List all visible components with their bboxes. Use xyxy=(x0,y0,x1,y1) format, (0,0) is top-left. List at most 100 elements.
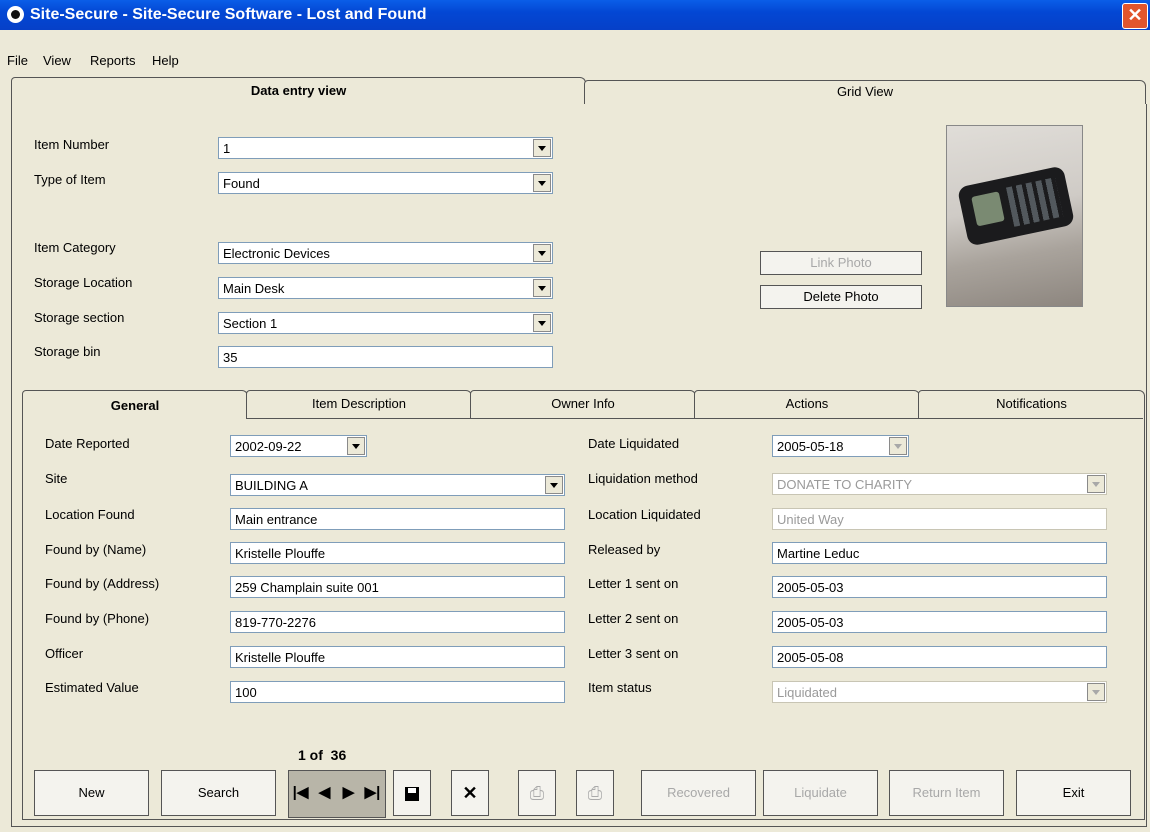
letter-1-label: Letter 1 sent on xyxy=(588,576,679,591)
last-record-icon[interactable]: ▶| xyxy=(361,771,384,815)
chevron-down-icon xyxy=(889,437,907,455)
item-number-label: Item Number xyxy=(34,137,110,152)
window-title: Site-Secure - Site-Secure Software - Los… xyxy=(30,6,427,23)
new-button[interactable]: New xyxy=(34,770,149,816)
item-number-select[interactable]: 1 xyxy=(218,137,553,159)
released-by-input[interactable]: Martine Leduc xyxy=(772,542,1107,564)
found-by-name-label: Found by (Name) xyxy=(45,542,147,557)
exit-button[interactable]: Exit xyxy=(1016,770,1131,816)
date-liquidated-picker[interactable]: 2005-05-18 xyxy=(772,435,909,457)
chevron-down-icon[interactable] xyxy=(533,314,551,332)
chevron-down-icon[interactable] xyxy=(545,476,563,494)
letter-2-label: Letter 2 sent on xyxy=(588,611,679,626)
site-select[interactable]: BUILDING A xyxy=(230,474,565,496)
printer-icon: ⎙ xyxy=(587,783,603,803)
recovered-button[interactable]: Recovered xyxy=(641,770,756,816)
location-liquidated-input[interactable]: United Way xyxy=(772,508,1107,530)
officer-input[interactable]: Kristelle Plouffe xyxy=(230,646,565,668)
item-number-value: 1 xyxy=(223,141,231,156)
item-category-label: Item Category xyxy=(34,240,116,255)
tab-notifications[interactable]: Notifications xyxy=(918,390,1145,420)
date-liquidated-value: 2005-05-18 xyxy=(777,439,844,454)
letter-2-input[interactable]: 2005-05-03 xyxy=(772,611,1107,633)
tab-grid-view[interactable]: Grid View xyxy=(584,80,1146,106)
liquidation-method-value: DONATE TO CHARITY xyxy=(777,477,913,492)
letter-3-input[interactable]: 2005-05-08 xyxy=(772,646,1107,668)
return-item-button[interactable]: Return Item xyxy=(889,770,1004,816)
delete-button[interactable]: ✕ xyxy=(451,770,489,816)
item-category-select[interactable]: Electronic Devices xyxy=(218,242,553,264)
next-record-icon[interactable]: ▶ xyxy=(337,771,360,815)
link-photo-button[interactable]: Link Photo xyxy=(760,251,922,275)
tab-owner-info[interactable]: Owner Info xyxy=(470,390,696,420)
storage-section-select[interactable]: Section 1 xyxy=(218,312,553,334)
released-by-label: Released by xyxy=(588,542,661,557)
menu-reports[interactable]: Reports xyxy=(90,53,136,68)
officer-label: Officer xyxy=(45,646,84,661)
tab-item-description[interactable]: Item Description xyxy=(246,390,472,420)
tab-general[interactable]: General xyxy=(22,390,248,422)
found-by-phone-label: Found by (Phone) xyxy=(45,611,150,626)
chevron-down-icon xyxy=(1087,475,1105,493)
letter-1-input[interactable]: 2005-05-03 xyxy=(772,576,1107,598)
first-record-icon[interactable]: |◀ xyxy=(289,771,312,815)
save-button[interactable] xyxy=(393,770,431,816)
found-by-name-input[interactable]: Kristelle Plouffe xyxy=(230,542,565,564)
type-of-item-value: Found xyxy=(223,176,260,191)
storage-section-value: Section 1 xyxy=(223,316,278,331)
chevron-down-icon[interactable] xyxy=(533,279,551,297)
item-photo xyxy=(946,125,1083,307)
previous-record-icon[interactable]: ◀ xyxy=(313,771,336,815)
print-button[interactable]: ⎙ xyxy=(518,770,556,816)
found-by-address-input[interactable]: 259 Champlain suite 001 xyxy=(230,576,565,598)
storage-bin-label: Storage bin xyxy=(34,344,101,359)
found-by-address-label: Found by (Address) xyxy=(45,576,160,591)
storage-location-label: Storage Location xyxy=(34,275,133,290)
date-reported-label: Date Reported xyxy=(45,436,130,451)
record-navigator: |◀ ◀ ▶ ▶| xyxy=(288,770,386,818)
found-by-phone-input[interactable]: 819-770-2276 xyxy=(230,611,565,633)
location-found-label: Location Found xyxy=(45,507,135,522)
tab-divider xyxy=(246,418,1143,419)
estimated-value-label: Estimated Value xyxy=(45,680,139,695)
menu-view[interactable]: View xyxy=(43,53,71,68)
chevron-down-icon[interactable] xyxy=(533,139,551,157)
item-status-label: Item status xyxy=(588,680,652,695)
item-status-value: Liquidated xyxy=(777,685,837,700)
site-label: Site xyxy=(45,471,68,486)
storage-location-value: Main Desk xyxy=(223,281,285,296)
liquidate-button[interactable]: Liquidate xyxy=(763,770,878,816)
search-button[interactable]: Search xyxy=(161,770,276,816)
print-preview-button[interactable]: ⎙ xyxy=(576,770,614,816)
save-disk-icon xyxy=(405,787,419,802)
storage-location-select[interactable]: Main Desk xyxy=(218,277,553,299)
tab-actions[interactable]: Actions xyxy=(694,390,920,420)
storage-bin-input[interactable]: 35 xyxy=(218,346,553,368)
delete-photo-button[interactable]: Delete Photo xyxy=(760,285,922,309)
chevron-down-icon[interactable] xyxy=(347,437,365,455)
chevron-down-icon[interactable] xyxy=(533,174,551,192)
location-liquidated-label: Location Liquidated xyxy=(588,507,701,522)
close-button[interactable]: ✕ xyxy=(1122,3,1148,29)
location-found-input[interactable]: Main entrance xyxy=(230,508,565,530)
type-of-item-select[interactable]: Found xyxy=(218,172,553,194)
liquidation-method-label: Liquidation method xyxy=(588,471,698,486)
storage-section-label: Storage section xyxy=(34,310,125,325)
printer-icon: ⎙ xyxy=(529,783,545,803)
title-bar: Site-Secure - Site-Secure Software - Los… xyxy=(0,0,1150,30)
estimated-value-input[interactable]: 100 xyxy=(230,681,565,703)
menu-file[interactable]: File xyxy=(7,53,28,68)
chevron-down-icon xyxy=(1087,683,1105,701)
date-reported-value: 2002-09-22 xyxy=(235,439,302,454)
chevron-down-icon[interactable] xyxy=(533,244,551,262)
site-value: BUILDING A xyxy=(235,478,308,493)
liquidation-method-select[interactable]: DONATE TO CHARITY xyxy=(772,473,1107,495)
menu-help[interactable]: Help xyxy=(152,53,179,68)
type-of-item-label: Type of Item xyxy=(34,172,106,187)
item-status-select[interactable]: Liquidated xyxy=(772,681,1107,703)
date-liquidated-label: Date Liquidated xyxy=(588,436,680,451)
close-x-icon: ✕ xyxy=(462,783,478,803)
date-reported-picker[interactable]: 2002-09-22 xyxy=(230,435,367,457)
record-counter: 1 of 36 xyxy=(298,747,347,763)
tab-data-entry-view[interactable]: Data entry view xyxy=(11,77,586,106)
